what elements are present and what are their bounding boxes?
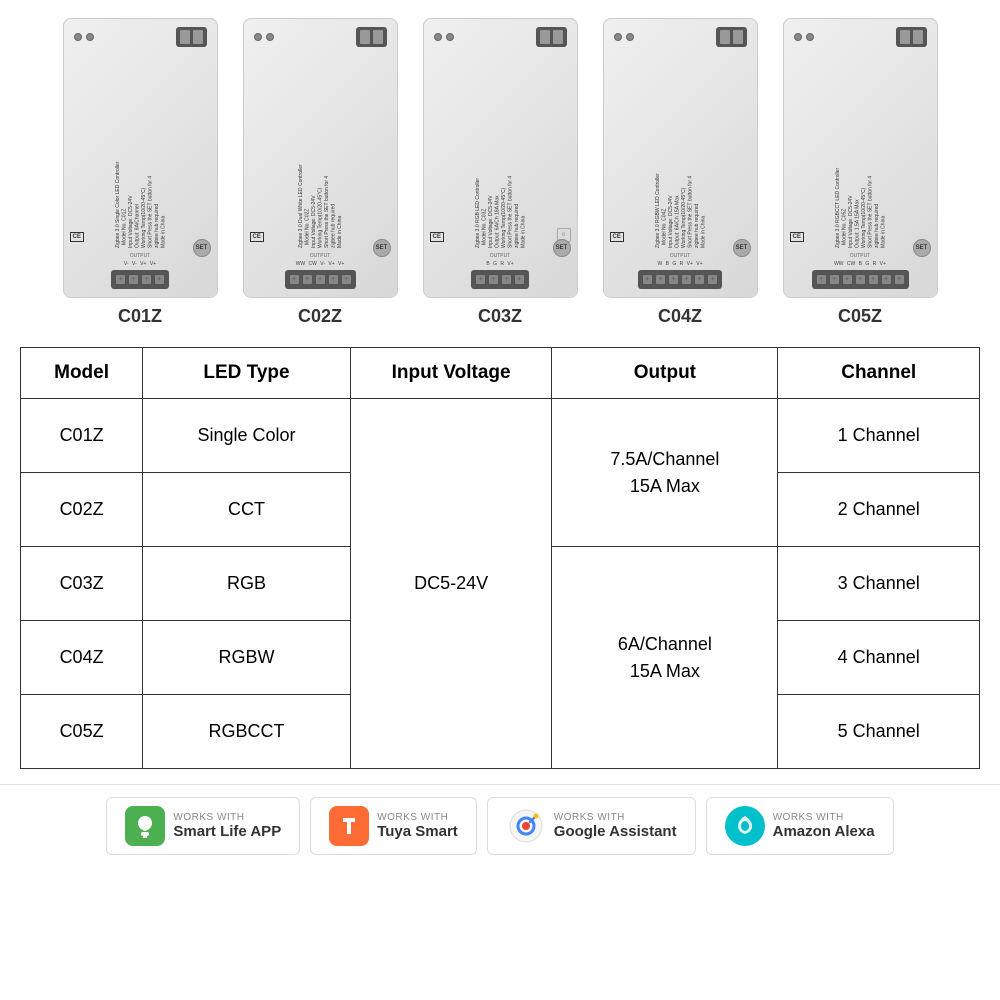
product-model-c04z: C04Z xyxy=(658,306,702,327)
cell-led-c04z: RGBW xyxy=(143,621,351,695)
header-led-type: LED Type xyxy=(143,348,351,399)
product-model-c02z: C02Z xyxy=(298,306,342,327)
input-terminals xyxy=(176,27,207,47)
header-model: Model xyxy=(21,348,143,399)
screw-icon xyxy=(266,33,274,41)
tuya-name: Tuya Smart xyxy=(377,823,458,840)
specs-table: Model LED Type Input Voltage Output Chan… xyxy=(20,347,980,769)
product-model-c01z: C01Z xyxy=(118,306,162,327)
cell-led-c05z: RGBCCT xyxy=(143,695,351,769)
product-c02z: Zigbee 3.0 Dual White LED Controller Mod… xyxy=(235,18,405,327)
tuya-text: WORKS WITH Tuya Smart xyxy=(377,812,458,840)
screw-icon xyxy=(806,33,814,41)
screw-icon xyxy=(74,33,82,41)
output-terminals xyxy=(471,270,529,289)
table-header-row: Model LED Type Input Voltage Output Chan… xyxy=(21,348,980,399)
input-terminals xyxy=(896,27,927,47)
alexa-works-with: WORKS WITH xyxy=(773,812,875,823)
header-channel: Channel xyxy=(778,348,980,399)
screw-icon xyxy=(86,33,94,41)
tuya-works-with: WORKS WITH xyxy=(377,812,458,823)
works-with-section: WORKS WITH Smart Life APP WORKS WITH Tuy… xyxy=(0,784,1000,867)
product-c04z: Zigbee 3.0 RGBW LED Controller Model No.… xyxy=(595,18,765,327)
cell-channel-c04z: 4 Channel xyxy=(778,621,980,695)
cell-model-c03z: C03Z xyxy=(21,547,143,621)
screw-icon xyxy=(794,33,802,41)
alexa-text: WORKS WITH Amazon Alexa xyxy=(773,812,875,840)
table-row: C01Z Single Color DC5-24V 7.5A/Channel 1… xyxy=(21,399,980,473)
output-bottom-line1: 6A/Channel xyxy=(618,634,712,654)
google-works-with: WORKS WITH xyxy=(554,812,677,823)
product-image-c04z: Zigbee 3.0 RGBW LED Controller Model No.… xyxy=(603,18,758,298)
cell-channel-c02z: 2 Channel xyxy=(778,473,980,547)
input-terminals xyxy=(716,27,747,47)
output-terminals xyxy=(812,270,909,289)
input-terminals xyxy=(536,27,567,47)
smart-life-name: Smart Life APP xyxy=(173,823,281,840)
output-bottom-line2: 15A Max xyxy=(630,661,700,681)
header-output: Output xyxy=(552,348,778,399)
cell-output-top: 7.5A/Channel 15A Max xyxy=(552,399,778,547)
product-image-c02z: Zigbee 3.0 Dual White LED Controller Mod… xyxy=(243,18,398,298)
badge-google-assistant: WORKS WITH Google Assistant xyxy=(487,797,696,855)
product-image-c01z: Zigbee 3.0 Single Color LED Controller M… xyxy=(63,18,218,298)
output-terminals xyxy=(638,270,722,289)
badge-smart-life: WORKS WITH Smart Life APP xyxy=(106,797,300,855)
cell-model-c04z: C04Z xyxy=(21,621,143,695)
screw-icon xyxy=(254,33,262,41)
cell-led-c01z: Single Color xyxy=(143,399,351,473)
cell-output-bottom: 6A/Channel 15A Max xyxy=(552,547,778,769)
product-model-c03z: C03Z xyxy=(478,306,522,327)
product-image-c05z: Zigbee 3.0 RGBCCT LED Controller Model N… xyxy=(783,18,938,298)
input-terminals xyxy=(356,27,387,47)
output-terminals xyxy=(285,270,356,289)
alexa-name: Amazon Alexa xyxy=(773,823,875,840)
header-input-voltage: Input Voltage xyxy=(350,348,552,399)
cell-channel-c01z: 1 Channel xyxy=(778,399,980,473)
screw-icon xyxy=(626,33,634,41)
specs-table-section: Model LED Type Input Voltage Output Chan… xyxy=(0,337,1000,779)
product-c01z: Zigbee 3.0 Single Color LED Controller M… xyxy=(55,18,225,327)
smart-life-text: WORKS WITH Smart Life APP xyxy=(173,812,281,840)
google-text: WORKS WITH Google Assistant xyxy=(554,812,677,840)
smart-life-works-with: WORKS WITH xyxy=(173,812,281,823)
badge-amazon-alexa: WORKS WITH Amazon Alexa xyxy=(706,797,894,855)
cell-led-c03z: RGB xyxy=(143,547,351,621)
product-c03z: Zigbee 3.0 RGB LED Controller Model No. … xyxy=(415,18,585,327)
screw-icon xyxy=(614,33,622,41)
products-section: Zigbee 3.0 Single Color LED Controller M… xyxy=(0,0,1000,337)
cell-channel-c05z: 5 Channel xyxy=(778,695,980,769)
tuya-icon xyxy=(329,806,369,846)
cell-voltage-all: DC5-24V xyxy=(350,399,552,769)
smart-life-icon xyxy=(125,806,165,846)
product-c05z: Zigbee 3.0 RGBCCT LED Controller Model N… xyxy=(775,18,945,327)
output-top-line1: 7.5A/Channel xyxy=(610,449,719,469)
cell-channel-c03z: 3 Channel xyxy=(778,547,980,621)
screw-icon xyxy=(434,33,442,41)
cell-model-c05z: C05Z xyxy=(21,695,143,769)
google-assistant-icon xyxy=(506,806,546,846)
screw-icon xyxy=(446,33,454,41)
output-top-line2: 15A Max xyxy=(630,476,700,496)
cell-model-c02z: C02Z xyxy=(21,473,143,547)
product-image-c03z: Zigbee 3.0 RGB LED Controller Model No. … xyxy=(423,18,578,298)
badge-tuya: WORKS WITH Tuya Smart xyxy=(310,797,477,855)
google-name: Google Assistant xyxy=(554,823,677,840)
product-model-c05z: C05Z xyxy=(838,306,882,327)
cell-led-c02z: CCT xyxy=(143,473,351,547)
cell-model-c01z: C01Z xyxy=(21,399,143,473)
alexa-icon xyxy=(725,806,765,846)
output-terminals xyxy=(111,270,169,289)
